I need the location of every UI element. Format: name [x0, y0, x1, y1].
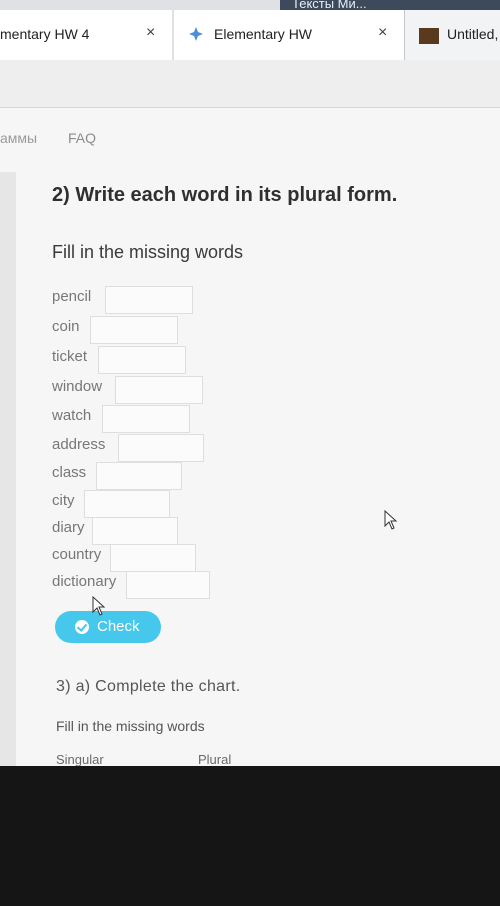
tab-label: mentary HW 4	[0, 26, 90, 42]
tab-untitled[interactable]: Untitled,	[404, 10, 500, 60]
mouse-pointer-icon	[92, 596, 106, 616]
screen-bezel	[0, 766, 500, 906]
spark-icon	[189, 27, 203, 41]
word-label: pencil	[52, 288, 92, 305]
close-icon[interactable]: ×	[146, 24, 155, 42]
answer-input[interactable]	[92, 517, 178, 545]
check-button[interactable]: Check	[55, 611, 161, 643]
docs-icon	[419, 28, 439, 44]
tab-label: Elementary HW	[214, 26, 313, 42]
answer-input[interactable]	[96, 462, 182, 490]
word-label: diary	[52, 519, 85, 536]
column-header-singular: Singular	[56, 752, 104, 767]
page-content: аммы FAQ 2) Write each word in its plura…	[0, 108, 500, 767]
word-label: dictionary	[52, 573, 117, 590]
exercise-instruction: Fill in the missing words	[52, 242, 244, 262]
exercise-3-title: 3) a) Complete the chart.	[56, 678, 241, 695]
word-label: class	[52, 464, 87, 481]
answer-input[interactable]	[110, 544, 196, 572]
word-label: city	[52, 492, 75, 509]
column-header-plural: Plural	[198, 752, 232, 767]
answer-input[interactable]	[126, 571, 210, 599]
answer-input[interactable]	[90, 316, 178, 344]
answer-input[interactable]	[98, 346, 186, 374]
word-label: window	[52, 378, 103, 395]
check-button-label: Check	[97, 618, 140, 635]
browser-toolbar	[0, 60, 500, 108]
nav-link-programs[interactable]: аммы	[0, 130, 37, 146]
word-label: address	[52, 436, 106, 453]
answer-input[interactable]	[118, 434, 204, 462]
word-label: coin	[52, 318, 80, 335]
tab-label: Untitled,	[447, 26, 499, 42]
answer-input[interactable]	[84, 490, 170, 518]
tab-elementary-hw[interactable]: Elementary HW ×	[174, 10, 404, 60]
exercise-3-instruction: Fill in the missing words	[56, 718, 205, 734]
tab-homework-4[interactable]: mentary HW 4 ×	[0, 10, 172, 60]
answer-input[interactable]	[115, 376, 203, 404]
close-icon[interactable]: ×	[378, 24, 387, 42]
exercise-title: 2) Write each word in its plural form.	[52, 184, 398, 206]
word-label: watch	[52, 407, 92, 424]
answer-input[interactable]	[105, 286, 193, 314]
mouse-pointer-icon	[384, 510, 398, 530]
browser-tabbar: Тексты Ми... mentary HW 4 × Elementary H…	[0, 0, 500, 60]
checkmark-circle-icon	[75, 620, 89, 634]
word-label: ticket	[52, 348, 88, 365]
answer-input[interactable]	[102, 405, 190, 433]
word-label: country	[52, 546, 102, 563]
left-sidebar	[0, 172, 16, 766]
nav-link-faq[interactable]: FAQ	[68, 130, 96, 146]
